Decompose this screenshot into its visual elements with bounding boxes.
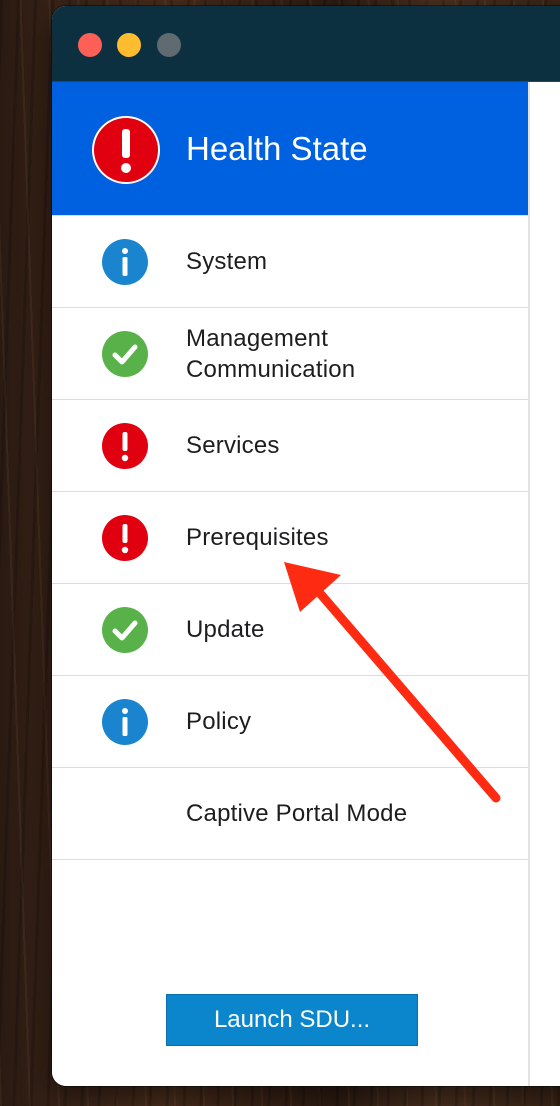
error-icon xyxy=(92,116,160,184)
sidebar-item-captive-portal-mode[interactable]: Captive Portal Mode xyxy=(52,768,528,860)
sidebar-item-label: Captive Portal Mode xyxy=(186,800,408,827)
info-icon xyxy=(102,699,148,745)
sidebar-item-update[interactable]: Update xyxy=(52,584,528,676)
sidebar-item-label: Policy xyxy=(186,708,252,735)
sidebar-item-policy[interactable]: Policy xyxy=(52,676,528,768)
error-icon xyxy=(102,423,148,469)
sidebar-item-services[interactable]: Services xyxy=(52,400,528,492)
minimize-window-button[interactable] xyxy=(117,33,141,57)
close-window-button[interactable] xyxy=(78,33,102,57)
zoom-window-button[interactable] xyxy=(157,33,181,57)
error-icon xyxy=(102,515,148,561)
sidebar-item-management-communication[interactable]: Management Communication xyxy=(52,308,528,400)
page-title: Health State xyxy=(186,130,368,167)
sidebar-item-system[interactable]: System xyxy=(52,216,528,308)
title-bar[interactable] xyxy=(52,6,560,82)
launch-sdu-button[interactable]: Launch SDU... xyxy=(166,994,418,1046)
info-icon xyxy=(102,239,148,285)
check-icon xyxy=(102,607,148,653)
sidebar-item-prerequisites[interactable]: Prerequisites xyxy=(52,492,528,584)
sidebar-item-label: Prerequisites xyxy=(186,524,329,551)
sidebar-item-label: Update xyxy=(186,616,265,643)
health-state-header[interactable]: Health State xyxy=(52,82,528,216)
health-window: Health State System Management Communica… xyxy=(52,6,560,1086)
sidebar-item-label: System xyxy=(186,248,268,275)
sidebar: Health State System Management Communica… xyxy=(52,82,530,1086)
check-icon xyxy=(102,331,148,377)
sidebar-item-label: Management Communication xyxy=(186,324,356,383)
sidebar-item-label: Services xyxy=(186,432,280,459)
